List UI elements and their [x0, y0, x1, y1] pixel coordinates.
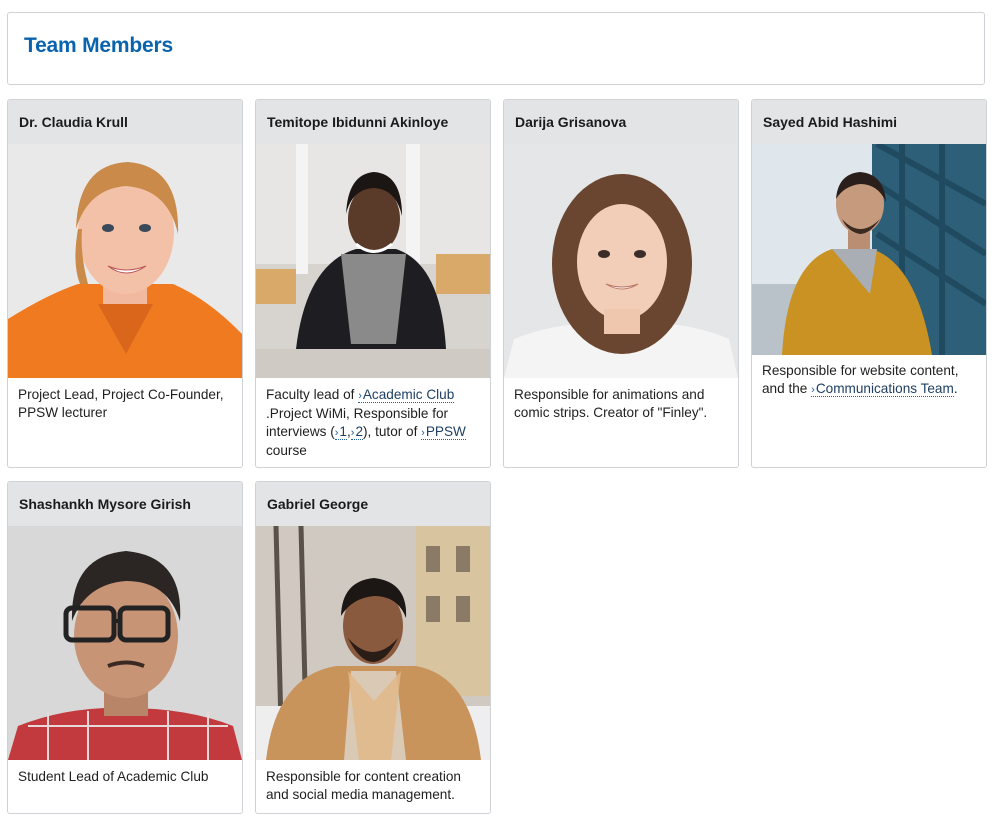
- member-photo: [752, 144, 986, 355]
- member-description: Responsible for content creation and soc…: [266, 769, 461, 802]
- chevron-right-icon: ›: [334, 427, 339, 439]
- description-text: Faculty lead of: [266, 387, 359, 402]
- member-card-gabriel-george: Gabriel George Responsible for content c…: [255, 481, 491, 814]
- chevron-right-icon: ›: [350, 427, 355, 439]
- member-photo: [8, 144, 242, 378]
- member-name: Shashankh Mysore Girish: [8, 482, 242, 526]
- member-name: Sayed Abid Hashimi: [752, 100, 986, 144]
- academic-club-link[interactable]: ›Academic Club: [358, 387, 455, 403]
- member-description: Student Lead of Academic Club: [18, 769, 209, 784]
- member-description: Faculty lead of ›Academic Club .Project …: [256, 378, 490, 460]
- team-members-header: Team Members: [7, 12, 985, 85]
- member-name: Dr. Claudia Krull: [8, 100, 242, 144]
- chevron-right-icon: ›: [421, 427, 425, 439]
- member-name: Darija Grisanova: [504, 100, 738, 144]
- member-card-sayed-hashimi: Sayed Abid Hashimi Responsible for websi…: [751, 99, 987, 468]
- member-photo: [256, 144, 490, 378]
- communications-team-link[interactable]: ›Communications Team: [811, 381, 954, 397]
- description-text: course: [266, 443, 307, 458]
- chevron-right-icon: ›: [358, 390, 362, 402]
- ppsw-link[interactable]: ›PPSW: [421, 424, 466, 440]
- member-card-shashankh-girish: Shashankh Mysore Girish Student Lead of …: [7, 481, 243, 814]
- member-card-temitope-akinloye: Temitope Ibidunni Akinloye Faculty lead …: [255, 99, 491, 468]
- page-title: Team Members: [24, 34, 173, 57]
- member-card-darija-grisanova: Darija Grisanova Responsible for animati…: [503, 99, 739, 468]
- member-card-claudia-krull: Dr. Claudia Krull Project Lead, Project …: [7, 99, 243, 468]
- member-name: Gabriel George: [256, 482, 490, 526]
- interview-1-link[interactable]: ›1: [334, 424, 347, 440]
- interview-2-link[interactable]: ›2: [350, 424, 363, 440]
- member-photo: [8, 526, 242, 760]
- member-photo: [504, 144, 738, 378]
- member-description: Responsible for animations and comic str…: [514, 387, 708, 420]
- member-photo: [256, 526, 490, 760]
- member-name: Temitope Ibidunni Akinloye: [256, 100, 490, 144]
- member-description: Responsible for website content, and the…: [752, 355, 986, 399]
- description-text: .: [953, 381, 958, 396]
- member-description: Project Lead, Project Co-Founder, PPSW l…: [18, 387, 224, 420]
- chevron-right-icon: ›: [811, 384, 815, 396]
- description-text: ), tutor of: [363, 424, 422, 439]
